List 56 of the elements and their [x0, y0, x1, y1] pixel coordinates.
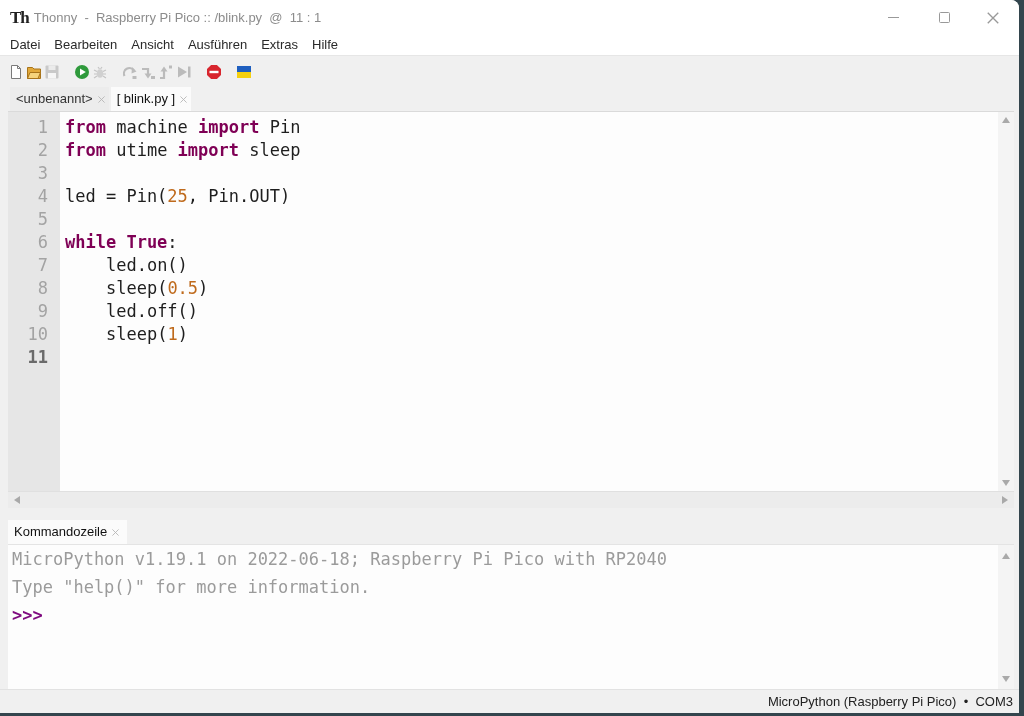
code-line: sleep(1): [105, 323, 188, 346]
tab[interactable]: Kommandozeile: [8, 520, 128, 544]
menu-item[interactable]: Datei: [3, 36, 48, 54]
menu-item[interactable]: Hilfe: [305, 36, 345, 54]
tab[interactable]: [ blink.py ]: [110, 87, 192, 111]
line-number: 5: [37, 207, 48, 231]
scroll-up-icon[interactable]: [1002, 117, 1010, 123]
code-line: led.off(): [105, 300, 199, 323]
app-logo: Th: [10, 9, 29, 26]
minimize-icon[interactable]: [887, 17, 899, 18]
scroll-down-icon[interactable]: [1002, 676, 1010, 682]
line-number: 6: [37, 230, 48, 254]
close-icon[interactable]: [97, 95, 105, 103]
close-icon[interactable]: [180, 95, 188, 103]
line-number: 9: [37, 299, 48, 323]
line-number: 11: [27, 345, 48, 369]
shell-output: MicroPython v1.19.1 on 2022-06-18; Raspberry Pi Pico with RP2040: [12, 548, 668, 572]
code-line: led = Pin(25, Pin.OUT): [65, 185, 291, 208]
shell-prompt: >>>: [12, 604, 43, 628]
window-title: Thonny - Raspberry Pi Pico :: /blink.py @ 11 : 1: [33, 8, 322, 27]
code-editor[interactable]: from machine import Pin from utime import sleep led = Pin(25, Pin.OUT) while True: led.on() sleep(0.5) led.off() sleep(1): [60, 112, 998, 491]
folder-icon[interactable]: [27, 64, 41, 79]
code-line: led.on(): [105, 254, 188, 277]
backend-label[interactable]: MicroPython (Raspberry Pi Pico) • COM3: [767, 691, 1013, 712]
play-icon[interactable]: [75, 64, 89, 79]
line-number: 3: [37, 161, 48, 185]
scroll-right-icon[interactable]: [1002, 496, 1008, 504]
code-line: sleep(0.5): [105, 277, 209, 300]
line-number: 7: [37, 253, 48, 277]
stop-icon[interactable]: [207, 64, 221, 79]
scrollbar[interactable]: [998, 545, 1014, 689]
code-line: from machine import Pin: [65, 116, 301, 139]
flag-icon[interactable]: [237, 65, 251, 78]
scrollbar[interactable]: [8, 491, 1014, 508]
scroll-left-icon[interactable]: [14, 496, 20, 504]
line-number: 1: [37, 115, 48, 139]
maximize-icon[interactable]: [938, 12, 950, 23]
code-line: from utime import sleep: [65, 139, 301, 162]
shell-console[interactable]: MicroPython v1.19.1 on 2022-06-18; Raspberry Pi Pico with RP2040 Type "help()" for more information. >>>: [8, 545, 998, 689]
new-file-icon[interactable]: [9, 64, 23, 79]
code-line: while True:: [65, 231, 178, 254]
menu-item[interactable]: Extras: [254, 36, 305, 54]
scroll-down-icon[interactable]: [1002, 480, 1010, 486]
scroll-up-icon[interactable]: [1002, 553, 1010, 559]
scrollbar[interactable]: [998, 112, 1014, 491]
menu-item[interactable]: Ausführen: [180, 36, 255, 54]
shell-output: Type "help()" for more information.: [12, 576, 371, 600]
line-number: 4: [37, 184, 48, 208]
menu-item[interactable]: Ansicht: [124, 36, 181, 54]
close-icon[interactable]: [987, 11, 999, 24]
line-number: 2: [37, 138, 48, 162]
tab[interactable]: <unbenannt>: [10, 87, 109, 111]
line-number: 8: [37, 276, 48, 300]
close-icon[interactable]: [112, 528, 120, 536]
menu-item[interactable]: Bearbeiten: [47, 36, 125, 54]
line-number: 10: [27, 322, 48, 346]
